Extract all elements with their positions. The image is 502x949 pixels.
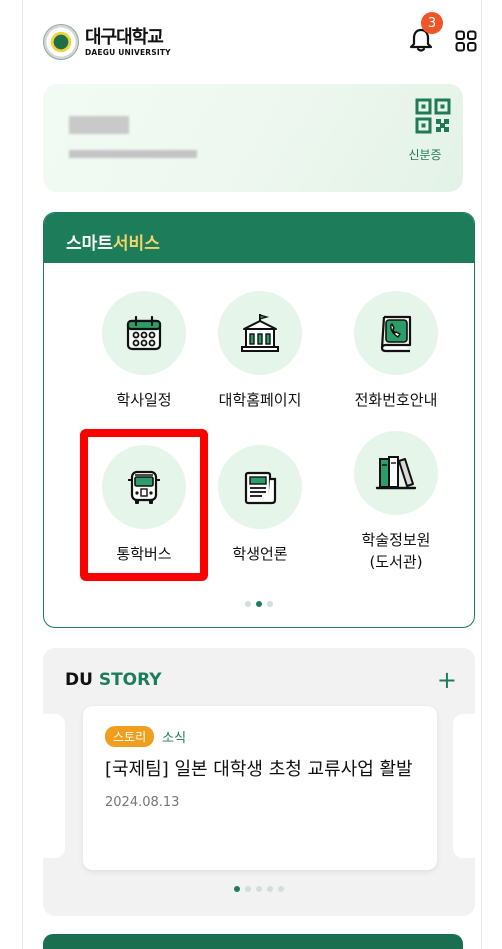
- page-dot-active[interactable]: [256, 601, 262, 607]
- page-dot[interactable]: [245, 886, 251, 892]
- du-story-title: DU STORY: [65, 670, 162, 690]
- service-library[interactable]: 학술정보원 (도서관): [336, 431, 456, 573]
- calendar-icon: [126, 315, 162, 351]
- service-label: 전화번호안내: [354, 391, 438, 409]
- service-academic-calendar[interactable]: 학사일정: [84, 291, 204, 411]
- notification-badge: 3: [421, 12, 443, 34]
- app-header: 대구대학교 DAEGU UNIVERSITY 3: [23, 0, 481, 84]
- blurred-student-info: [69, 150, 197, 158]
- service-phone-directory[interactable]: 전화번호안내: [336, 291, 456, 411]
- page-dot-active[interactable]: [234, 886, 240, 892]
- story-tags: 스토리 소식: [105, 726, 415, 747]
- newspaper-icon: [244, 471, 277, 505]
- logo-korean-name: 대구대학교: [85, 26, 164, 48]
- smart-service-panel: 스마트서비스 학사일정 대학홈페이지 전화번호안내 통학버스 학생언론 학술정보…: [43, 212, 475, 628]
- blurred-student-name: [69, 116, 129, 134]
- logo-text: 대구대학교 DAEGU UNIVERSITY: [85, 26, 171, 57]
- story-headline: [국제팀] 일본 대학생 초청 교류사업 활발: [105, 759, 413, 780]
- page-dot[interactable]: [278, 886, 284, 892]
- qr-code-icon[interactable]: [415, 98, 451, 134]
- service-label: 학사일정: [116, 391, 172, 409]
- service-label: 학생언론: [232, 545, 288, 563]
- smart-service-title-part2: 서비스: [112, 234, 160, 254]
- story-card[interactable]: 스토리 소식 [국제팀] 일본 대학생 초청 교류사업 활발 2024.08.1…: [83, 706, 437, 870]
- page-dot[interactable]: [245, 601, 251, 607]
- service-university-homepage[interactable]: 대학홈페이지: [200, 291, 320, 411]
- du-story-title-part1: DU: [65, 670, 93, 690]
- du-story-pagination: [43, 886, 475, 892]
- smart-service-header: 스마트서비스: [44, 213, 474, 263]
- service-label-line1: 학술정보원: [361, 531, 431, 549]
- previous-story-card[interactable]: [43, 714, 65, 858]
- logo-english-name: DAEGU UNIVERSITY: [85, 47, 171, 57]
- service-icon-circle: [354, 431, 438, 515]
- service-icon-circle: [354, 291, 438, 375]
- service-label: 학술정보원 (도서관): [336, 529, 456, 573]
- library-books-icon: [375, 456, 417, 490]
- university-building-icon: [241, 314, 279, 352]
- page-dot[interactable]: [267, 601, 273, 607]
- phone-directory-icon: [380, 315, 412, 353]
- service-icon-circle: [218, 445, 302, 529]
- story-tag: 스토리: [105, 726, 155, 747]
- highlight-box: [80, 429, 208, 581]
- service-label-line2: (도서관): [369, 553, 423, 571]
- id-card-label[interactable]: 신분증: [397, 146, 453, 163]
- app-screen: 대구대학교 DAEGU UNIVERSITY 3 신분증 스마트서비스 학사일정…: [22, 0, 482, 949]
- university-logo[interactable]: 대구대학교 DAEGU UNIVERSITY: [43, 24, 171, 60]
- next-story-card[interactable]: [453, 714, 475, 858]
- service-icon-circle: [102, 291, 186, 375]
- more-stories-button[interactable]: +: [437, 666, 457, 694]
- story-category: 소식: [162, 731, 187, 746]
- student-id-card[interactable]: 신분증: [43, 84, 463, 192]
- service-icon-circle: [218, 291, 302, 375]
- story-date: 2024.08.13: [105, 795, 180, 810]
- apps-grid-icon[interactable]: [455, 30, 477, 52]
- page-dot[interactable]: [256, 886, 262, 892]
- service-label: 대학홈페이지: [218, 391, 302, 409]
- smart-service-pagination: [44, 601, 474, 607]
- du-story-section: DU STORY + 스토리 소식 [국제팀] 일본 대학생 초청 교류사업 활…: [43, 648, 475, 916]
- service-student-press[interactable]: 학생언론: [200, 445, 320, 565]
- university-seal-icon: [43, 24, 79, 60]
- page-dot[interactable]: [267, 886, 273, 892]
- smart-service-title-part1: 스마트: [66, 234, 113, 254]
- bottom-section-header: [43, 934, 463, 949]
- du-story-title-part2: STORY: [98, 670, 162, 690]
